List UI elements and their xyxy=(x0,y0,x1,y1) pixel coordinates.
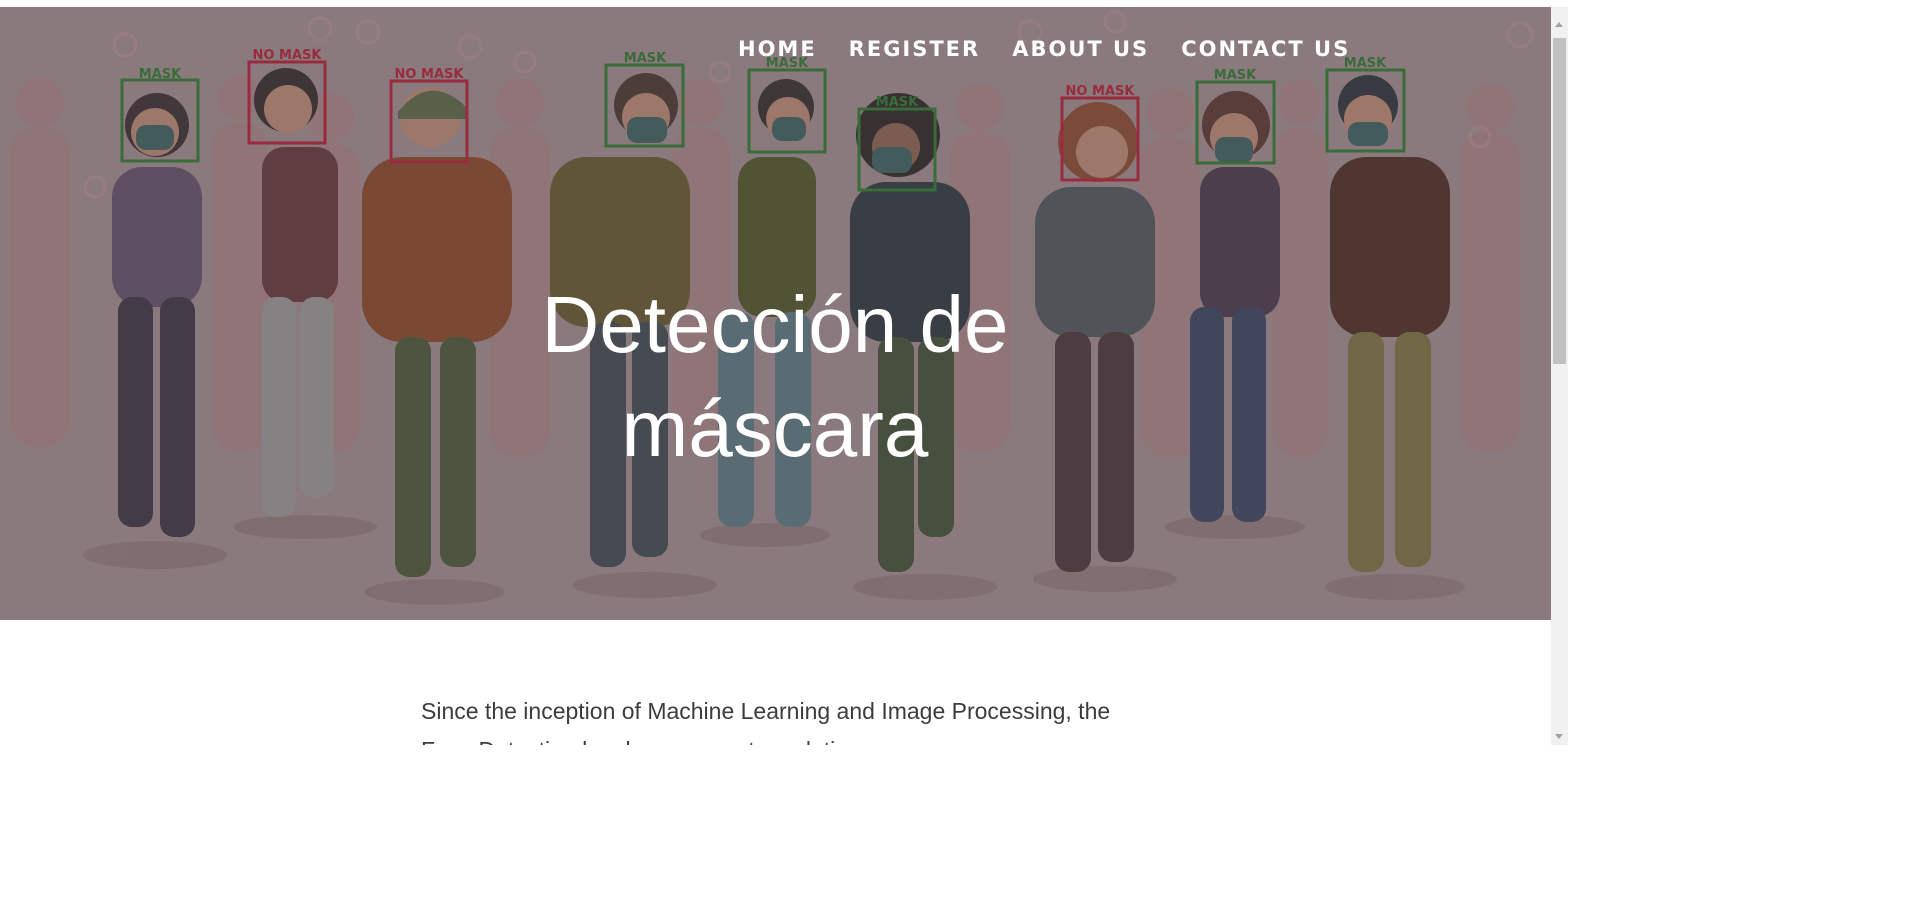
main-nav: HOME REGISTER ABOUT US CONTACT US xyxy=(738,37,1350,61)
nav-about-us[interactable]: ABOUT US xyxy=(1012,37,1149,61)
page: MASK NO MASK NO MASK MASK MASK MASK NO M… xyxy=(0,0,1568,745)
scrollbar-thumb[interactable] xyxy=(1553,38,1566,364)
intro-paragraph: Since the inception of Machine Learning … xyxy=(421,698,1111,745)
nav-register[interactable]: REGISTER xyxy=(849,37,981,61)
hero-title: Detección de máscara xyxy=(541,279,1009,473)
top-strip xyxy=(0,0,1568,7)
scroll-up-arrow-icon[interactable] xyxy=(1555,22,1563,27)
nav-contact-us[interactable]: CONTACT US xyxy=(1181,37,1350,61)
scroll-down-arrow-icon[interactable] xyxy=(1555,734,1563,739)
hero-banner: MASK NO MASK NO MASK MASK MASK MASK NO M… xyxy=(0,7,1551,620)
nav-home[interactable]: HOME xyxy=(738,37,817,61)
